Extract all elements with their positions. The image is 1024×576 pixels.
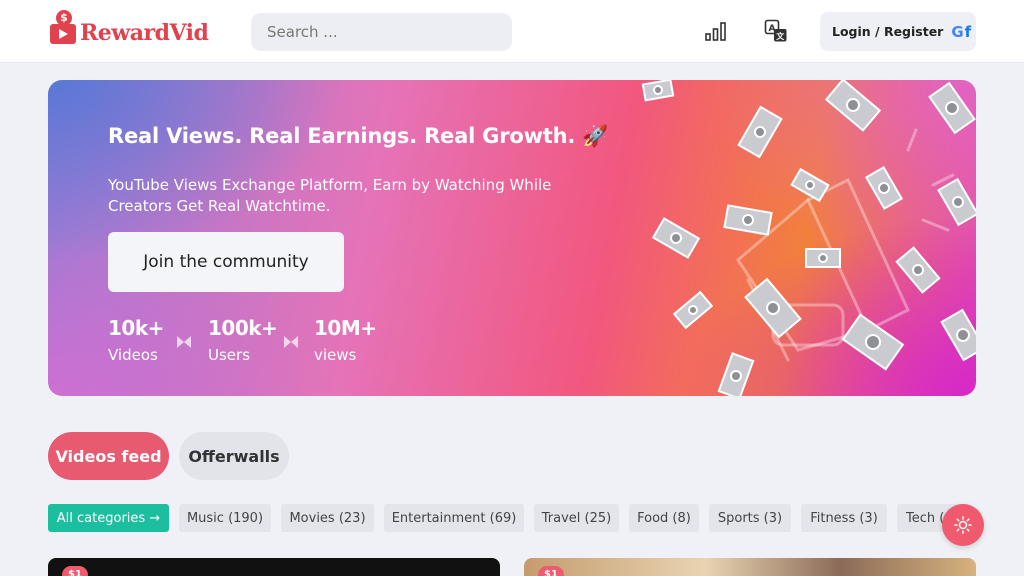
hero-subtitle: YouTube Views Exchange Platform, Earn by…	[108, 176, 552, 215]
stat-views: 10M+ views	[314, 316, 377, 364]
category-filter-bar: All categories → Music (190) Movies (23)…	[48, 504, 976, 532]
translate-icon[interactable]: A 文	[763, 18, 789, 44]
bowtie-separator-icon	[177, 336, 191, 348]
header: $ RewardVid A 文 Login / Register Gf	[0, 0, 1024, 63]
category-chip-travel[interactable]: Travel (25)	[534, 504, 619, 532]
logo[interactable]: $ RewardVid	[50, 10, 209, 46]
login-register-button[interactable]: Login / Register Gf	[820, 12, 976, 51]
svg-text:文: 文	[776, 31, 785, 41]
category-chip-sports[interactable]: Sports (3)	[709, 504, 791, 532]
login-label: Login / Register	[832, 24, 944, 39]
category-chip-movies[interactable]: Movies (23)	[281, 504, 374, 532]
stat-videos: 10k+ Videos	[108, 316, 164, 364]
stat-users: 100k+ Users	[208, 316, 278, 364]
category-chip-fitness[interactable]: Fitness (3)	[801, 504, 887, 532]
tab-videos-feed[interactable]: Videos feed	[48, 432, 169, 480]
logo-icon: $	[50, 10, 78, 46]
logo-text: RewardVid	[80, 20, 209, 46]
tab-offerwalls[interactable]: Offerwalls	[179, 432, 289, 480]
hero-banner: Real Views. Real Earnings. Real Growth. …	[48, 80, 976, 396]
hero-title: Real Views. Real Earnings. Real Growth. …	[108, 124, 609, 148]
search-input[interactable]	[251, 13, 512, 51]
bowtie-separator-icon	[284, 336, 298, 348]
category-chip-food[interactable]: Food (8)	[629, 504, 699, 532]
video-card[interactable]: $1	[524, 558, 976, 576]
join-community-button[interactable]: Join the community	[108, 232, 344, 292]
category-chip-entertainment[interactable]: Entertainment (69)	[384, 504, 524, 532]
category-chip-music[interactable]: Music (190)	[179, 504, 271, 532]
reward-badge: $1	[538, 566, 564, 576]
reward-badge: $1	[62, 566, 88, 576]
google-facebook-icon: Gf	[951, 22, 972, 41]
sun-icon	[954, 516, 972, 534]
stats-icon[interactable]	[703, 18, 729, 44]
theme-toggle-button[interactable]	[942, 504, 984, 546]
category-chip-all[interactable]: All categories →	[48, 504, 169, 532]
video-card[interactable]: $1	[48, 558, 500, 576]
